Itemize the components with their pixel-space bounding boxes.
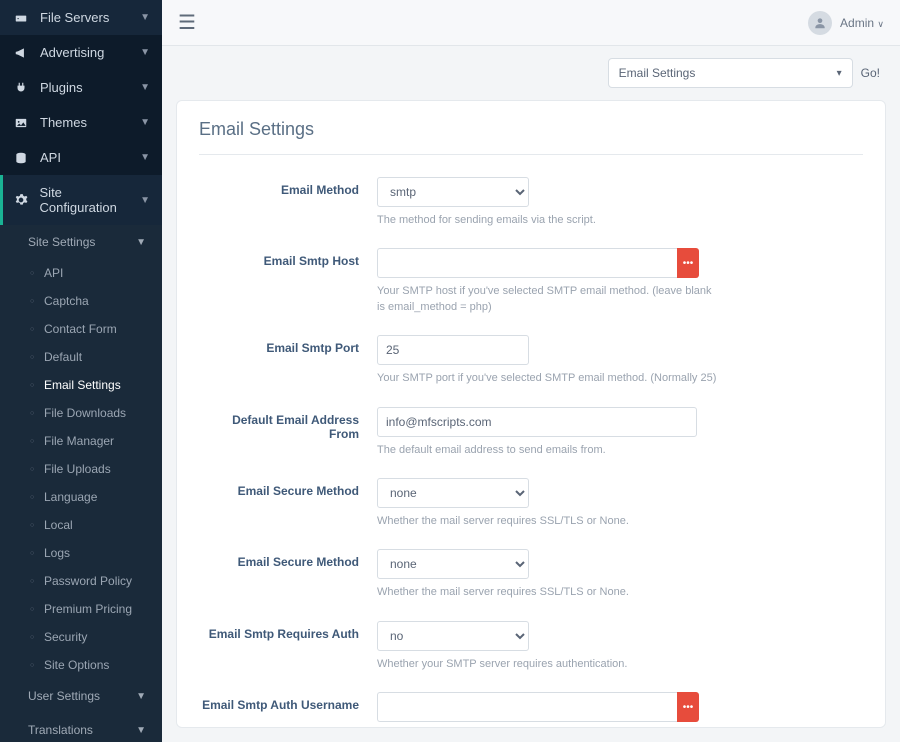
email-smtp-host-input[interactable] (377, 248, 677, 278)
form-row-email-smtp-host: Email Smtp Host ••• Your SMTP host if you'… (199, 248, 863, 315)
help-text: Whether the mail server requires SSL/TLS… (377, 585, 717, 600)
sidebar-item-label: Plugins (40, 80, 83, 95)
avatar[interactable] (808, 11, 832, 35)
sidebar-sub-password-policy[interactable]: Password Policy (0, 567, 162, 595)
chevron-down-icon: ▼ (136, 691, 146, 702)
sidebar-sub-file-uploads[interactable]: File Uploads (0, 455, 162, 483)
sidebar-subgroup: Site Settings ▼ APICaptchaContact FormDe… (0, 225, 162, 742)
sidebar-item-api[interactable]: API ▼ (0, 140, 162, 175)
default-email-address-from-input[interactable] (377, 407, 697, 437)
help-text: Whether the mail server requires SSL/TLS… (377, 514, 717, 529)
form-label: Email Method (199, 177, 377, 197)
menu-toggle-icon[interactable]: ☰ (178, 10, 196, 35)
help-text: Your SMTP host if you've selected SMTP e… (377, 284, 717, 315)
sub-header-site-settings[interactable]: Site Settings ▼ (0, 225, 162, 259)
help-text: Whether your SMTP server requires authen… (377, 657, 717, 672)
chevron-down-icon: ▼ (140, 12, 150, 23)
email-method-select[interactable]: smtp (377, 177, 529, 207)
form-label: Email Smtp Port (199, 335, 377, 355)
sidebar: File Servers ▼ Advertising ▼ Plugins ▼ Themes ▼… (0, 0, 162, 742)
chevron-down-icon: ▼ (140, 195, 150, 206)
sidebar-sub-file-manager[interactable]: File Manager (0, 427, 162, 455)
chevron-down-icon: ▼ (140, 152, 150, 163)
chevron-down-icon: ∨ (877, 19, 884, 29)
form-label: Email Secure Method (199, 549, 377, 569)
sidebar-sub-api[interactable]: API (0, 259, 162, 287)
form-label: Email Secure Method (199, 478, 377, 498)
form-label: Email Smtp Auth Username (199, 692, 377, 712)
sidebar-sub-file-downloads[interactable]: File Downloads (0, 399, 162, 427)
email-smtp-port-input[interactable] (377, 335, 529, 365)
hdd-icon (12, 11, 30, 25)
go-button[interactable]: Go! (861, 66, 880, 80)
sidebar-sub-premium-pricing[interactable]: Premium Pricing (0, 595, 162, 623)
sidebar-sub-logs[interactable]: Logs (0, 539, 162, 567)
help-text: The default email address to send emails… (377, 443, 717, 458)
control-bar: Email Settings ▾ Go! (162, 46, 900, 100)
form-row-default-email-address-from: Default Email Address FromThe default em… (199, 407, 863, 458)
form-label: Email Smtp Host (199, 248, 377, 268)
page-title: Email Settings (199, 119, 863, 140)
sidebar-item-label: Site Configuration (40, 185, 141, 215)
form-row-email-smtp-requires-auth: Email Smtp Requires Authno Whether your S… (199, 621, 863, 672)
email-smtp-auth-username-input[interactable] (377, 692, 677, 722)
megaphone-icon (12, 46, 30, 60)
sidebar-item-label: API (40, 150, 61, 165)
settings-panel: Email Settings Email Methodsmtp The metho… (176, 100, 886, 728)
password-toggle-icon[interactable]: ••• (677, 692, 699, 722)
form-label: Email Smtp Requires Auth (199, 621, 377, 641)
email-smtp-requires-auth-select[interactable]: no (377, 621, 529, 651)
chevron-down-icon: ▼ (140, 47, 150, 58)
sidebar-item-label: User Settings (28, 689, 100, 703)
topbar: ☰ Admin ∨ (162, 0, 900, 46)
sidebar-item-label: Translations (28, 723, 93, 737)
sidebar-sub-captcha[interactable]: Captcha (0, 287, 162, 315)
sidebar-sub-security[interactable]: Security (0, 623, 162, 651)
sidebar-sub-site-options[interactable]: Site Options (0, 651, 162, 679)
form-label: Default Email Address From (199, 407, 377, 441)
sidebar-item-user-settings[interactable]: User Settings ▼ (0, 679, 162, 713)
chevron-down-icon: ▼ (136, 725, 146, 736)
form-row-email-secure-method: Email Secure Methodnone Whether the mail … (199, 549, 863, 600)
chevron-down-icon: ▼ (140, 82, 150, 93)
plug-icon (12, 81, 30, 95)
password-toggle-icon[interactable]: ••• (677, 248, 699, 278)
sidebar-item-label: File Servers (40, 10, 109, 25)
gear-icon (12, 193, 30, 207)
form-row-email-smtp-auth-username: Email Smtp Auth Username•••Your SMTP use… (199, 692, 863, 728)
email-secure-method-select[interactable]: none (377, 478, 529, 508)
sidebar-item-label: Themes (40, 115, 87, 130)
sidebar-sub-contact-form[interactable]: Contact Form (0, 315, 162, 343)
main-content: ☰ Admin ∨ Email Settings ▾ Go! Email Set… (162, 0, 900, 742)
chevron-down-icon: ▼ (140, 117, 150, 128)
form-row-email-method: Email Methodsmtp The method for sending e… (199, 177, 863, 228)
user-menu[interactable]: Admin ∨ (840, 16, 884, 30)
sidebar-sub-default[interactable]: Default (0, 343, 162, 371)
sidebar-item-file-servers[interactable]: File Servers ▼ (0, 0, 162, 35)
email-secure-method-select[interactable]: none (377, 549, 529, 579)
form-row-email-smtp-port: Email Smtp Port Your SMTP port if you've … (199, 335, 863, 386)
sidebar-item-plugins[interactable]: Plugins ▼ (0, 70, 162, 105)
database-icon (12, 151, 30, 165)
sidebar-item-translations[interactable]: Translations ▼ (0, 713, 162, 742)
sidebar-item-label: Advertising (40, 45, 104, 60)
sidebar-item-advertising[interactable]: Advertising ▼ (0, 35, 162, 70)
sidebar-item-themes[interactable]: Themes ▼ (0, 105, 162, 140)
sidebar-item-site-configuration[interactable]: Site Configuration▼ (0, 175, 162, 225)
chevron-down-icon: ▾ (837, 68, 842, 79)
divider (199, 154, 863, 155)
settings-dropdown[interactable]: Email Settings ▾ (608, 58, 853, 88)
help-text: The method for sending emails via the sc… (377, 213, 717, 228)
help-text: Your SMTP port if you've selected SMTP e… (377, 371, 717, 386)
sidebar-sub-email-settings[interactable]: Email Settings (0, 371, 162, 399)
sidebar-sub-local[interactable]: Local (0, 511, 162, 539)
chevron-down-icon: ▼ (136, 237, 146, 248)
form-row-email-secure-method: Email Secure Methodnone Whether the mail … (199, 478, 863, 529)
sidebar-sub-language[interactable]: Language (0, 483, 162, 511)
image-icon (12, 116, 30, 130)
